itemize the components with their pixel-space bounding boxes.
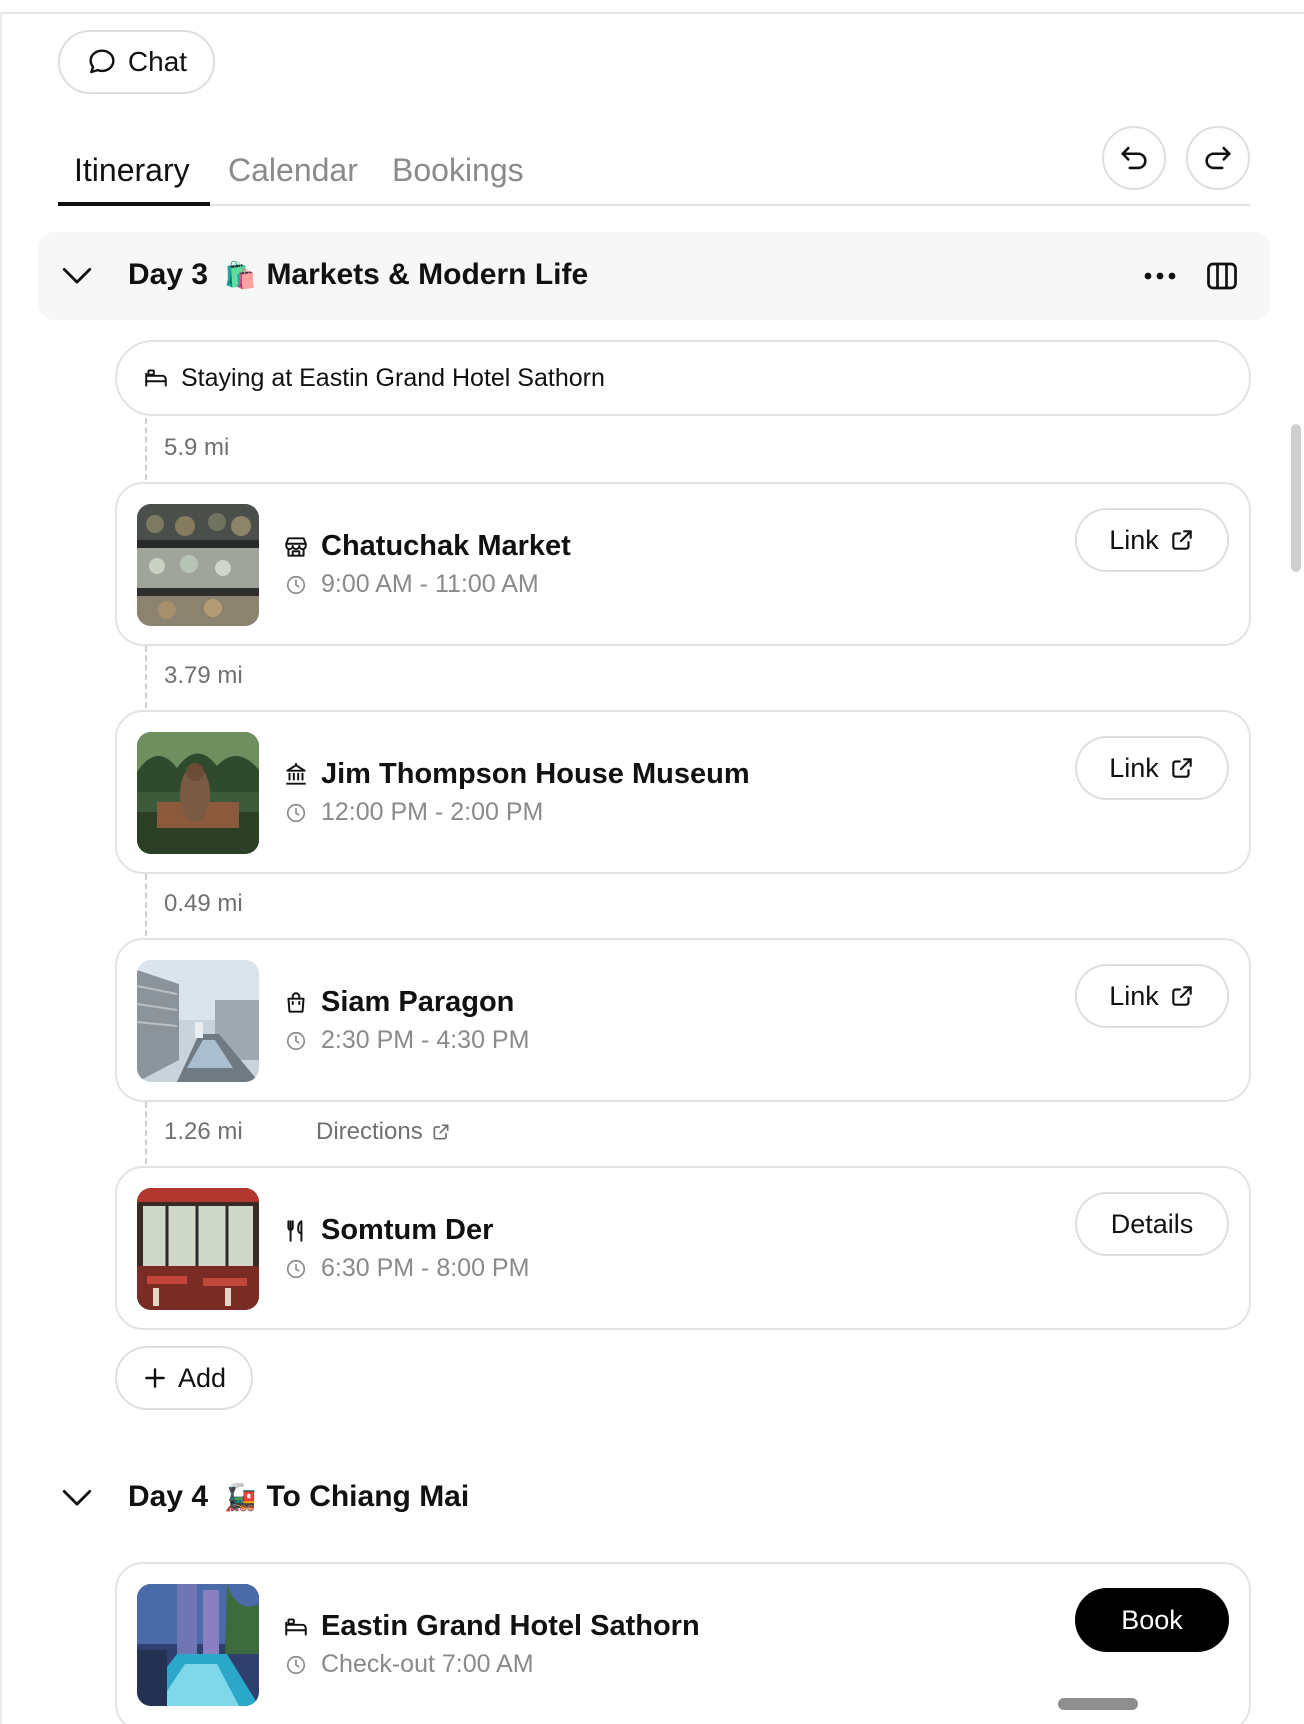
market-photo	[137, 504, 259, 626]
bed-icon	[145, 369, 167, 387]
link-button[interactable]: Link	[1075, 736, 1229, 800]
scrollbar[interactable]	[1291, 424, 1301, 572]
item-title: Eastin Grand Hotel Sathorn	[283, 1610, 700, 1643]
hotel-stay-banner[interactable]: Staying at Eastin Grand Hotel Sathorn	[115, 340, 1251, 416]
clock-icon	[286, 1655, 306, 1674]
itinerary-item-jim-thompson-house[interactable]: Jim Thompson House Museum 12:00 PM - 2:0…	[115, 710, 1251, 874]
museum-photo	[137, 732, 259, 854]
clock-icon	[286, 1031, 306, 1050]
fork-knife-icon	[287, 1219, 303, 1242]
item-title: Siam Paragon	[283, 986, 514, 1019]
day-4-title[interactable]: Day 4 🚂 To Chiang Mai	[60, 1480, 469, 1514]
item-time: Check-out 7:00 AM	[285, 1650, 534, 1679]
shopping-bag-icon	[287, 991, 305, 1013]
clock-icon	[286, 803, 306, 822]
museum-icon	[286, 762, 306, 785]
bed-icon	[285, 1617, 307, 1636]
clock-icon	[286, 1259, 306, 1278]
directions-label: Directions	[316, 1118, 423, 1145]
link-button[interactable]: Link	[1075, 508, 1229, 572]
itinerary-item-chatuchak-market[interactable]: Chatuchak Market 9:00 AM - 11:00 AM Link	[115, 482, 1251, 646]
chat-bubble-icon	[89, 49, 115, 74]
chat-button[interactable]: Chat	[58, 30, 215, 94]
undo-button[interactable]	[1102, 126, 1166, 190]
distance-label: 1.26 mi	[164, 1118, 243, 1145]
undo-icon	[1121, 146, 1147, 170]
book-button[interactable]: Book	[1075, 1588, 1229, 1652]
active-tab-indicator	[58, 202, 210, 206]
chevron-down-icon	[62, 1489, 92, 1506]
directions-link[interactable]: Directions	[316, 1118, 451, 1146]
mall-photo	[137, 960, 259, 1082]
route-connector	[145, 418, 147, 480]
restaurant-photo	[137, 1188, 259, 1310]
distance-label: 5.9 mi	[164, 434, 230, 461]
plus-icon	[145, 1368, 165, 1388]
route-connector	[145, 874, 147, 936]
redo-button[interactable]	[1186, 126, 1250, 190]
left-border	[0, 12, 2, 1724]
more-dots-icon	[1144, 272, 1176, 280]
itinerary-item-siam-paragon[interactable]: Siam Paragon 2:30 PM - 4:30 PM Link	[115, 938, 1251, 1102]
shopping-bags-emoji: 🛍️	[224, 259, 257, 290]
stay-label: Staying at Eastin Grand Hotel Sathorn	[181, 363, 605, 392]
clock-icon	[286, 575, 306, 594]
details-button[interactable]: Details	[1075, 1192, 1229, 1256]
more-options-button[interactable]	[1140, 259, 1180, 293]
external-link-icon	[433, 1124, 449, 1140]
item-time: 6:30 PM - 8:00 PM	[285, 1254, 529, 1283]
day-4-theme: To Chiang Mai	[266, 1480, 470, 1513]
redo-icon	[1205, 146, 1231, 170]
item-title: Somtum Der	[283, 1214, 493, 1247]
chevron-down-icon	[62, 267, 92, 284]
external-link-icon	[1172, 530, 1192, 550]
chat-button-label: Chat	[127, 46, 188, 77]
distance-label: 3.79 mi	[164, 662, 243, 689]
external-link-icon	[1172, 986, 1192, 1006]
item-title: Chatuchak Market	[283, 530, 571, 563]
route-connector	[145, 1102, 147, 1164]
view-tabs: Itinerary Calendar Bookings	[58, 150, 1250, 206]
hotel-photo	[137, 1584, 259, 1706]
day-3-label: Day 3	[128, 258, 209, 291]
item-time: 12:00 PM - 2:00 PM	[285, 798, 543, 827]
link-button[interactable]: Link	[1075, 964, 1229, 1028]
tab-itinerary[interactable]: Itinerary	[74, 150, 190, 206]
item-title: Jim Thompson House Museum	[283, 758, 750, 791]
map-view-button[interactable]	[1204, 258, 1240, 294]
day-4-label: Day 4	[128, 1480, 209, 1513]
add-activity-button[interactable]: Add	[115, 1346, 253, 1410]
distance-label: 0.49 mi	[164, 890, 243, 917]
home-indicator	[1058, 1698, 1138, 1710]
train-emoji: 🚂	[224, 1481, 257, 1512]
day-3-theme: Markets & Modern Life	[266, 258, 589, 291]
item-time: 2:30 PM - 4:30 PM	[285, 1026, 529, 1055]
storefront-icon	[285, 536, 307, 557]
external-link-icon	[1172, 758, 1192, 778]
day-3-title[interactable]: Day 3 🛍️ Markets & Modern Life	[60, 258, 588, 292]
top-divider	[0, 12, 1304, 14]
tab-bookings[interactable]: Bookings	[392, 150, 524, 206]
map-icon	[1207, 262, 1237, 290]
tab-calendar[interactable]: Calendar	[228, 150, 358, 206]
route-connector	[145, 646, 147, 708]
item-time: 9:00 AM - 11:00 AM	[285, 570, 539, 599]
itinerary-item-somtum-der[interactable]: Somtum Der 6:30 PM - 8:00 PM Details	[115, 1166, 1251, 1330]
